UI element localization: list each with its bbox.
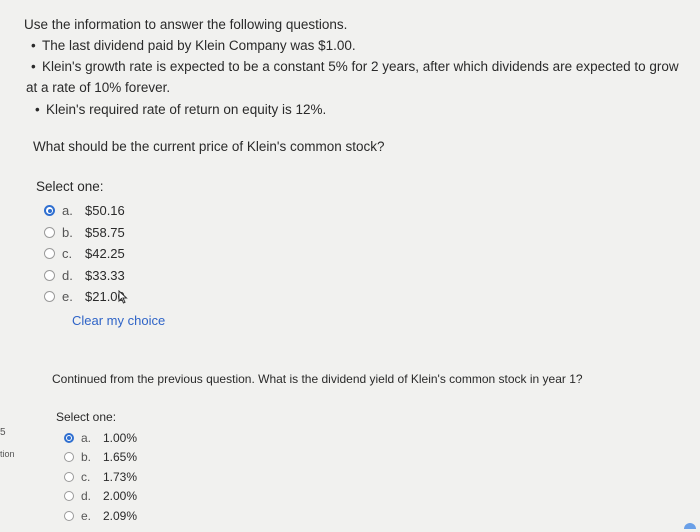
option-letter: b. xyxy=(81,450,92,465)
option-letter: b. xyxy=(62,224,73,240)
radio-icon[interactable] xyxy=(44,269,55,281)
option-letter: d. xyxy=(62,267,73,283)
info-bullet: Klein's required rate of return on equit… xyxy=(35,99,684,120)
question1-text: What should be the current price of Klei… xyxy=(33,139,385,154)
option-letter: c. xyxy=(81,469,91,484)
answer-option-a[interactable]: a. $50.16 xyxy=(44,200,125,222)
info-bullet-continuation: at a rate of 10% forever. xyxy=(26,80,171,95)
answer-option-b[interactable]: b. $58.75 xyxy=(44,222,125,244)
corner-widget-icon[interactable] xyxy=(684,523,696,529)
radio-selected-icon[interactable] xyxy=(44,205,55,217)
option-value: $50.16 xyxy=(85,203,125,219)
question2-select-label: Select one: xyxy=(56,410,117,424)
question1-select-label: Select one: xyxy=(36,179,104,194)
option-letter: d. xyxy=(81,489,92,504)
option-value: $58.75 xyxy=(85,224,125,240)
quiz-page: Use the information to answer the follow… xyxy=(0,0,700,532)
option-letter: e. xyxy=(62,289,73,305)
radio-icon[interactable] xyxy=(64,491,74,502)
option-value: 1.00% xyxy=(103,430,138,445)
radio-icon[interactable] xyxy=(44,226,55,238)
answer-option-d[interactable]: d. $33.33 xyxy=(44,265,125,287)
info-bullet: Klein's growth rate is expected to be a … xyxy=(31,56,684,77)
mouse-cursor-icon xyxy=(118,290,128,304)
option-value: $33.33 xyxy=(85,267,125,283)
question2-text: Continued from the previous question. Wh… xyxy=(52,372,583,386)
sidebar-fragment: 5 xyxy=(0,427,6,438)
answer-option-c[interactable]: c. $42.25 xyxy=(44,243,125,265)
answer-option-d[interactable]: d. 2.00% xyxy=(64,487,137,507)
question2-options: a. 1.00% b. 1.65% c. 1.73% d. 2.00% e. 2… xyxy=(64,428,137,526)
option-letter: c. xyxy=(62,246,73,262)
option-value: 2.00% xyxy=(103,489,138,504)
answer-option-b[interactable]: b. 1.65% xyxy=(64,448,137,468)
option-letter: a. xyxy=(62,203,73,219)
answer-option-a[interactable]: a. 1.00% xyxy=(64,428,137,448)
question1-info: Use the information to answer the follow… xyxy=(24,14,684,120)
radio-icon[interactable] xyxy=(64,510,74,521)
option-value: 2.09% xyxy=(103,508,138,523)
option-value: 1.65% xyxy=(103,450,138,465)
radio-selected-icon[interactable] xyxy=(64,432,74,443)
radio-icon[interactable] xyxy=(64,452,74,463)
option-letter: e. xyxy=(81,508,92,523)
option-value: $42.25 xyxy=(85,246,125,262)
answer-option-c[interactable]: c. 1.73% xyxy=(64,467,137,487)
radio-icon[interactable] xyxy=(64,471,74,482)
option-value: 1.73% xyxy=(103,469,138,484)
question1-options: a. $50.16 b. $58.75 c. $42.25 d. $33.33 … xyxy=(44,200,125,308)
answer-option-e[interactable]: e. $21.00 xyxy=(44,286,125,308)
question1-intro: Use the information to answer the follow… xyxy=(24,17,348,32)
clear-choice-link[interactable]: Clear my choice xyxy=(72,313,165,328)
answer-option-e[interactable]: e. 2.09% xyxy=(64,506,137,526)
info-bullet: The last dividend paid by Klein Company … xyxy=(31,35,684,56)
sidebar-fragment: tion xyxy=(0,449,15,459)
option-letter: a. xyxy=(81,430,92,445)
radio-icon[interactable] xyxy=(44,291,55,303)
radio-icon[interactable] xyxy=(44,248,55,260)
